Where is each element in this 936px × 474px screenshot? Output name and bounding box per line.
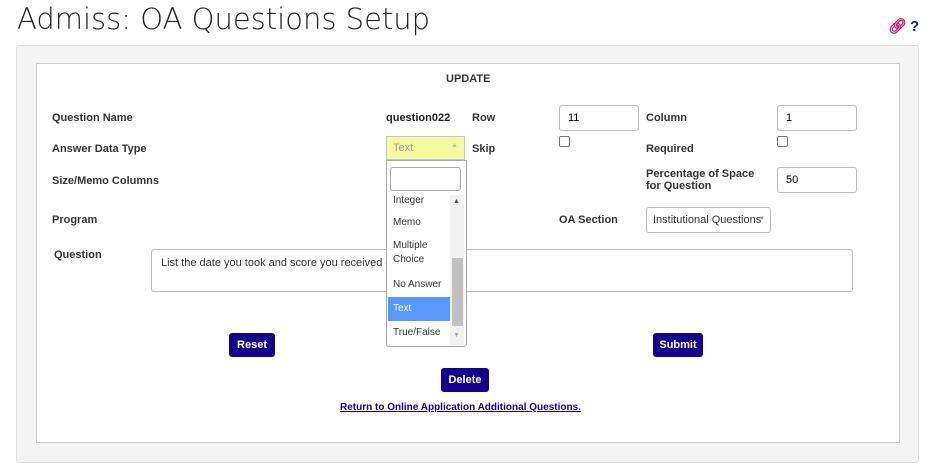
program-label: Program [52, 214, 98, 226]
option-no-answer[interactable]: No Answer [388, 278, 454, 292]
caret-down-icon: ▼ [759, 216, 765, 222]
percent-input[interactable]: 50 [777, 167, 857, 193]
question-name-label: Question Name [52, 112, 133, 124]
link-icon[interactable]: 🔗︎ [888, 18, 907, 35]
answer-type-select[interactable]: Text ▲ [386, 136, 465, 160]
required-checkbox[interactable] [777, 136, 788, 147]
option-text[interactable]: Text [388, 297, 454, 321]
question-name-value: question022 [386, 112, 451, 124]
reset-button[interactable]: Reset [229, 333, 275, 357]
row-input[interactable]: 11 [559, 105, 639, 131]
option-memo[interactable]: Memo [388, 216, 454, 230]
delete-button[interactable]: Delete [441, 368, 489, 392]
page-title: Admiss: OA Questions Setup [17, 2, 431, 36]
form-heading: UPDATE [446, 73, 491, 85]
return-link[interactable]: Return to Online Application Additional … [340, 402, 581, 413]
required-label: Required [646, 143, 694, 155]
row-label: Row [472, 112, 496, 124]
help-icon[interactable]: ? [910, 18, 919, 35]
scroll-up-icon[interactable]: ▲ [453, 198, 460, 205]
answer-type-dropdown: Integer Memo Multiple Choice No Answer T… [386, 160, 467, 347]
percent-label: Percentage of Space for Question [646, 168, 755, 192]
question-textarea[interactable]: List the date you took and score you rec… [151, 249, 853, 292]
header-icons: 🔗︎? [888, 17, 919, 35]
skip-checkbox[interactable] [559, 136, 570, 147]
submit-button[interactable]: Submit [653, 333, 703, 357]
caret-up-icon: ▲ [451, 142, 458, 149]
option-true-false[interactable]: True/False [388, 326, 454, 340]
question-label: Question [54, 249, 102, 261]
answer-type-value: Text [393, 142, 414, 154]
column-input[interactable]: 1 [777, 105, 857, 131]
dropdown-scrollbar[interactable]: ▲ ▼ [450, 195, 464, 345]
section-value: Institutional Questions [653, 214, 762, 226]
option-multiple-choice[interactable]: Multiple Choice [388, 239, 433, 267]
column-label: Column [646, 112, 687, 124]
size-label: Size/Memo Columns [52, 175, 159, 187]
skip-label: Skip [472, 143, 496, 155]
scrollbar-thumb[interactable] [452, 258, 463, 326]
dropdown-search-input[interactable] [390, 167, 461, 191]
scroll-down-icon[interactable]: ▼ [453, 332, 460, 339]
answer-type-label: Answer Data Type [52, 143, 147, 155]
section-select[interactable]: Institutional Questions ▼ [646, 207, 771, 233]
option-integer[interactable]: Integer [388, 194, 454, 208]
section-label: OA Section [559, 214, 618, 226]
